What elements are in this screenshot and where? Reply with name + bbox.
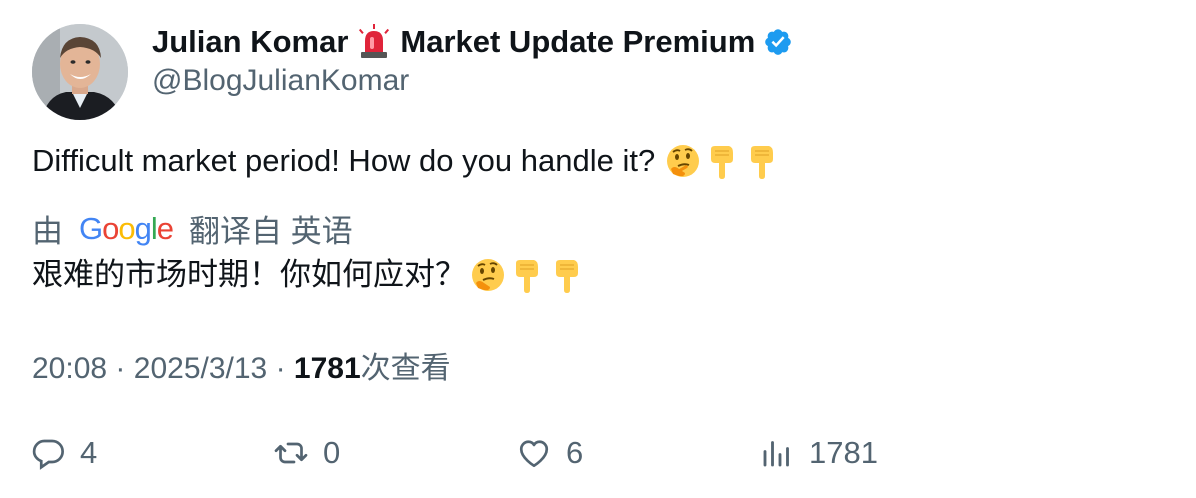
avatar-image xyxy=(32,24,128,120)
heart-icon xyxy=(519,440,549,468)
views-count-action: 1781 xyxy=(809,435,878,470)
reply-button[interactable]: 4 xyxy=(30,428,97,478)
translated-text: 艰难的市场时期！你如何应对？ xyxy=(32,254,586,296)
analytics-icon xyxy=(763,441,789,467)
translation-suffix[interactable]: 翻译自 英语 xyxy=(189,206,353,251)
translated-text-content: 艰难的市场时期！你如何应对？ xyxy=(32,257,466,292)
tweet-meta: 20:08 · 2025/3/13 · 1781次查看 xyxy=(32,343,451,387)
author-display-name[interactable]: Julian Komar xyxy=(152,24,348,60)
tweet-text-content: Difficult market period! How do you hand… xyxy=(32,143,656,178)
like-count: 6 xyxy=(566,435,584,470)
rotating-light-icon xyxy=(356,24,392,60)
action-bar: 4 0 6 1781 xyxy=(30,428,1030,478)
translation-attribution[interactable]: 由 Google 翻译自 英语 xyxy=(32,206,353,250)
pointing-down-icon xyxy=(556,260,578,293)
avatar[interactable] xyxy=(32,24,128,120)
like-button[interactable]: 6 xyxy=(516,428,583,478)
tweet-time[interactable]: 20:08 xyxy=(32,352,107,385)
translated-emojis xyxy=(470,257,586,293)
pointing-down-icon xyxy=(516,260,538,293)
reply-count: 4 xyxy=(80,435,98,470)
tweet-date[interactable]: 2025/3/13 xyxy=(134,352,267,385)
translation-prefix: 由 xyxy=(32,213,63,249)
retweet-button[interactable]: 0 xyxy=(273,428,340,478)
author-name-row[interactable]: Julian Komar Market Update Premium xyxy=(152,22,793,62)
meta-separator: · xyxy=(275,352,286,385)
thinking-face-icon xyxy=(472,259,504,291)
meta-separator: · xyxy=(115,352,126,385)
pointing-down-icon xyxy=(751,146,774,179)
author-display-name-suffix[interactable]: Market Update Premium xyxy=(400,24,755,60)
author-handle[interactable]: @BlogJulianKomar xyxy=(152,64,409,98)
pointing-down-icon xyxy=(711,146,734,179)
views-label: 次查看 xyxy=(360,352,451,385)
verified-badge-icon xyxy=(763,27,793,57)
views-button[interactable]: 1781 xyxy=(759,428,878,478)
thinking-face-icon xyxy=(667,145,700,177)
retweet-icon xyxy=(274,442,308,464)
retweet-count: 0 xyxy=(323,435,341,470)
reply-icon xyxy=(32,439,64,470)
google-logo: Google xyxy=(79,210,174,246)
tweet-text: Difficult market period! How do you hand… xyxy=(32,140,781,182)
views-count: 1781 xyxy=(293,352,361,385)
tweet-emojis xyxy=(665,143,781,179)
